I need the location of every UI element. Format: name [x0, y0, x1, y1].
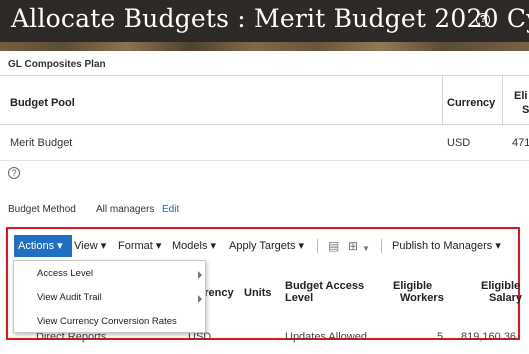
column-budget-access-level[interactable]: Budget Access	[285, 280, 364, 292]
format-menu-button[interactable]: Format ▾	[118, 235, 161, 257]
submenu-arrow-icon	[198, 295, 202, 303]
cell-budget-pool: Merit Budget	[10, 137, 73, 149]
menu-item-view-audit-trail[interactable]: View Audit Trail	[37, 292, 102, 303]
header-eligible-line2: S	[522, 104, 529, 116]
actions-menu-button[interactable]: Actions ▾	[14, 235, 72, 257]
actions-dropdown-menu: Access Level View Audit Trail View Curre…	[13, 260, 206, 333]
help-icon[interactable]: ?	[476, 13, 490, 27]
column-eligible-salary-line2: Salary	[489, 292, 523, 304]
detach-icon[interactable]: ⊞	[348, 239, 358, 253]
freeze-icon[interactable]: ▤	[328, 239, 339, 253]
chevron-down-icon[interactable]: ▼	[362, 242, 370, 256]
toolbar-separator	[317, 239, 318, 253]
table-header-row: Budget Pool Currency Eli S	[0, 75, 529, 126]
cell-eligible: 471	[512, 137, 529, 149]
header-eligible[interactable]: Eli	[514, 90, 527, 102]
help-icon[interactable]: ?	[8, 167, 20, 179]
row-access-level: Updates Allowed	[285, 331, 367, 343]
menu-item-access-level[interactable]: Access Level	[37, 268, 93, 279]
page-title: Allocate Budgets : Merit Budget 2020 Cyc…	[11, 4, 529, 33]
column-units[interactable]: Units	[244, 287, 272, 299]
table-row[interactable]: Merit Budget USD 471	[0, 125, 529, 161]
budget-method-label: Budget Method	[8, 204, 76, 215]
toolbar: Actions ▾ View ▾ Format ▾ Models ▾ Apply…	[12, 235, 518, 257]
menu-item-view-currency-conversion-rates[interactable]: View Currency Conversion Rates	[37, 316, 177, 327]
page-banner: Allocate Budgets : Merit Budget 2020 Cyc…	[0, 0, 529, 51]
column-divider	[502, 76, 503, 126]
header-currency[interactable]: Currency	[447, 97, 495, 109]
row-eligible-workers: 5	[437, 331, 444, 343]
toolbar-separator	[381, 239, 382, 253]
apply-targets-button[interactable]: Apply Targets ▾	[229, 235, 304, 257]
column-budget-access-level-line2: Level	[285, 292, 314, 304]
edit-link[interactable]: Edit	[162, 204, 179, 215]
column-eligible-workers[interactable]: Eligible	[393, 280, 432, 292]
column-eligible-salary[interactable]: Eligible	[481, 280, 520, 292]
publish-to-managers-button[interactable]: Publish to Managers ▾	[392, 235, 501, 257]
plan-title: GL Composites Plan	[8, 59, 106, 70]
column-divider	[442, 76, 443, 126]
budget-method-value: All managers	[96, 204, 155, 215]
header-budget-pool[interactable]: Budget Pool	[10, 97, 75, 109]
view-menu-button[interactable]: View ▾	[74, 235, 106, 257]
column-eligible-workers-line2: Workers	[400, 292, 444, 304]
cell-currency: USD	[447, 137, 471, 149]
models-menu-button[interactable]: Models ▾	[172, 235, 216, 257]
submenu-arrow-icon	[198, 271, 202, 279]
banner-decoration	[0, 42, 529, 51]
row-eligible-salary: 819,160.36	[461, 331, 517, 343]
